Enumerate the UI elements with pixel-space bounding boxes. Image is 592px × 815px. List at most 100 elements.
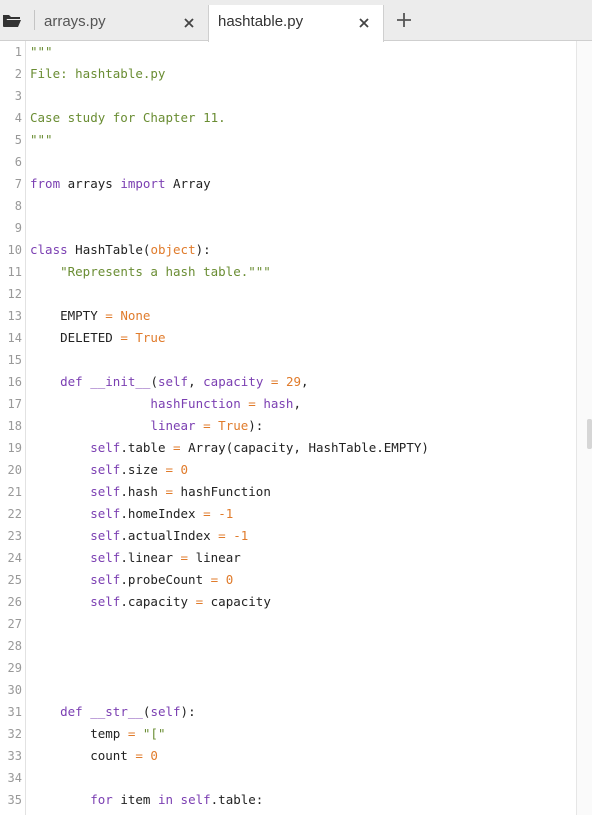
code-token: """ bbox=[30, 132, 53, 147]
code-token: 0 bbox=[225, 572, 234, 587]
code-token: self bbox=[90, 550, 121, 565]
line-number: 11 bbox=[7, 265, 22, 279]
code-token: ): bbox=[248, 418, 264, 433]
code-text: DELETED = True bbox=[30, 327, 165, 349]
code-token: self bbox=[150, 704, 181, 719]
close-icon[interactable] bbox=[357, 16, 371, 30]
line-number: 25 bbox=[7, 573, 22, 587]
line-number: 22 bbox=[7, 507, 22, 521]
code-token: .probeCount bbox=[120, 572, 211, 587]
scrollbar-thumb[interactable] bbox=[587, 419, 592, 449]
code-token: hash bbox=[263, 396, 294, 411]
code-editor[interactable]: 1 2 3 4 5 6 7 8 9 10 11 12 13 14 15 16 17 18 19 20 21 22 23 24 2… bbox=[0, 41, 592, 815]
line-number: 7 bbox=[14, 177, 22, 191]
code-token: hashFunction bbox=[173, 484, 271, 499]
line-number: 15 bbox=[7, 353, 22, 367]
line-number: 18 bbox=[7, 419, 22, 433]
line-number: 24 bbox=[7, 551, 22, 565]
code-text: self.table = Array(capacity, HashTable.E… bbox=[30, 437, 429, 459]
code-token: .linear bbox=[120, 550, 181, 565]
line-number: 12 bbox=[7, 287, 22, 301]
code-token: = bbox=[173, 440, 181, 455]
line-number: 1 bbox=[14, 45, 22, 59]
code-text: from arrays import Array bbox=[30, 173, 211, 195]
code-text: def __str__(self): bbox=[30, 701, 196, 723]
code-token: .homeIndex bbox=[120, 506, 204, 521]
line-number: 13 bbox=[7, 309, 22, 323]
code-token: DELETED bbox=[30, 330, 121, 345]
code-token: = bbox=[165, 484, 174, 499]
code-token: .actualIndex bbox=[120, 528, 219, 543]
code-token: .table: bbox=[210, 792, 264, 807]
line-number: 4 bbox=[14, 111, 22, 125]
code-text: File: hashtable.py bbox=[30, 63, 165, 85]
line-number: 21 bbox=[7, 485, 22, 499]
code-token: = bbox=[248, 396, 256, 411]
code-token: count bbox=[30, 748, 136, 763]
code-token: = bbox=[195, 594, 204, 609]
code-token: = bbox=[105, 308, 113, 323]
tab-bar: arrays.py hashtable.py bbox=[0, 0, 592, 42]
code-token: linear bbox=[188, 550, 241, 565]
code-token: True bbox=[218, 418, 249, 433]
line-number: 6 bbox=[14, 155, 22, 169]
code-token: class bbox=[30, 242, 68, 257]
code-text: self.hash = hashFunction bbox=[30, 481, 271, 503]
line-number: 10 bbox=[7, 243, 22, 257]
code-token: def bbox=[60, 704, 83, 719]
code-token: -1 bbox=[233, 528, 249, 543]
code-token: for bbox=[90, 792, 113, 807]
line-number: 2 bbox=[14, 67, 22, 81]
close-icon[interactable] bbox=[182, 16, 196, 30]
code-text: linear = True): bbox=[30, 415, 263, 437]
code-token: = bbox=[203, 418, 211, 433]
code-token: ( bbox=[150, 374, 158, 389]
code-token: """ bbox=[30, 44, 53, 59]
code-token: self bbox=[90, 594, 121, 609]
code-text: self.size = 0 bbox=[30, 459, 188, 481]
code-token: temp bbox=[30, 726, 128, 741]
code-text: self.capacity = capacity bbox=[30, 591, 271, 613]
code-area[interactable]: """ File: hashtable.py Case study for Chap… bbox=[26, 41, 576, 815]
code-text: self.homeIndex = -1 bbox=[30, 503, 233, 525]
code-token: capacity bbox=[203, 374, 264, 389]
tab-hashtable-py[interactable]: hashtable.py bbox=[208, 5, 384, 42]
line-number: 19 bbox=[7, 441, 22, 455]
code-text: self.actualIndex = -1 bbox=[30, 525, 248, 547]
code-token: Array(capacity, HashTable.EMPTY) bbox=[180, 440, 429, 455]
code-token: HashTable( bbox=[67, 242, 151, 257]
tab-label: hashtable.py bbox=[218, 13, 304, 30]
line-number: 27 bbox=[7, 617, 22, 631]
vertical-scrollbar[interactable] bbox=[576, 41, 592, 815]
code-token: def bbox=[60, 374, 83, 389]
code-text: self.linear = linear bbox=[30, 547, 241, 569]
code-token: = bbox=[218, 528, 226, 543]
code-token: __init__ bbox=[90, 374, 151, 389]
code-token: arrays bbox=[60, 176, 121, 191]
code-text: self.probeCount = 0 bbox=[30, 569, 233, 591]
code-token: True bbox=[135, 330, 166, 345]
line-number-gutter: 1 2 3 4 5 6 7 8 9 10 11 12 13 14 15 16 17 18 19 20 21 22 23 24 2… bbox=[0, 41, 26, 815]
plus-icon[interactable] bbox=[394, 10, 414, 30]
line-number: 9 bbox=[14, 221, 22, 235]
code-token: , bbox=[188, 374, 204, 389]
line-number: 31 bbox=[7, 705, 22, 719]
tab-arrays-py[interactable]: arrays.py bbox=[35, 5, 208, 41]
line-number: 34 bbox=[7, 771, 22, 785]
code-text: EMPTY = None bbox=[30, 305, 150, 327]
line-number: 3 bbox=[14, 89, 22, 103]
code-text: temp = "[" bbox=[30, 723, 165, 745]
folder-open-icon[interactable] bbox=[0, 6, 24, 34]
code-token: in bbox=[157, 792, 174, 807]
line-number: 20 bbox=[7, 463, 22, 477]
